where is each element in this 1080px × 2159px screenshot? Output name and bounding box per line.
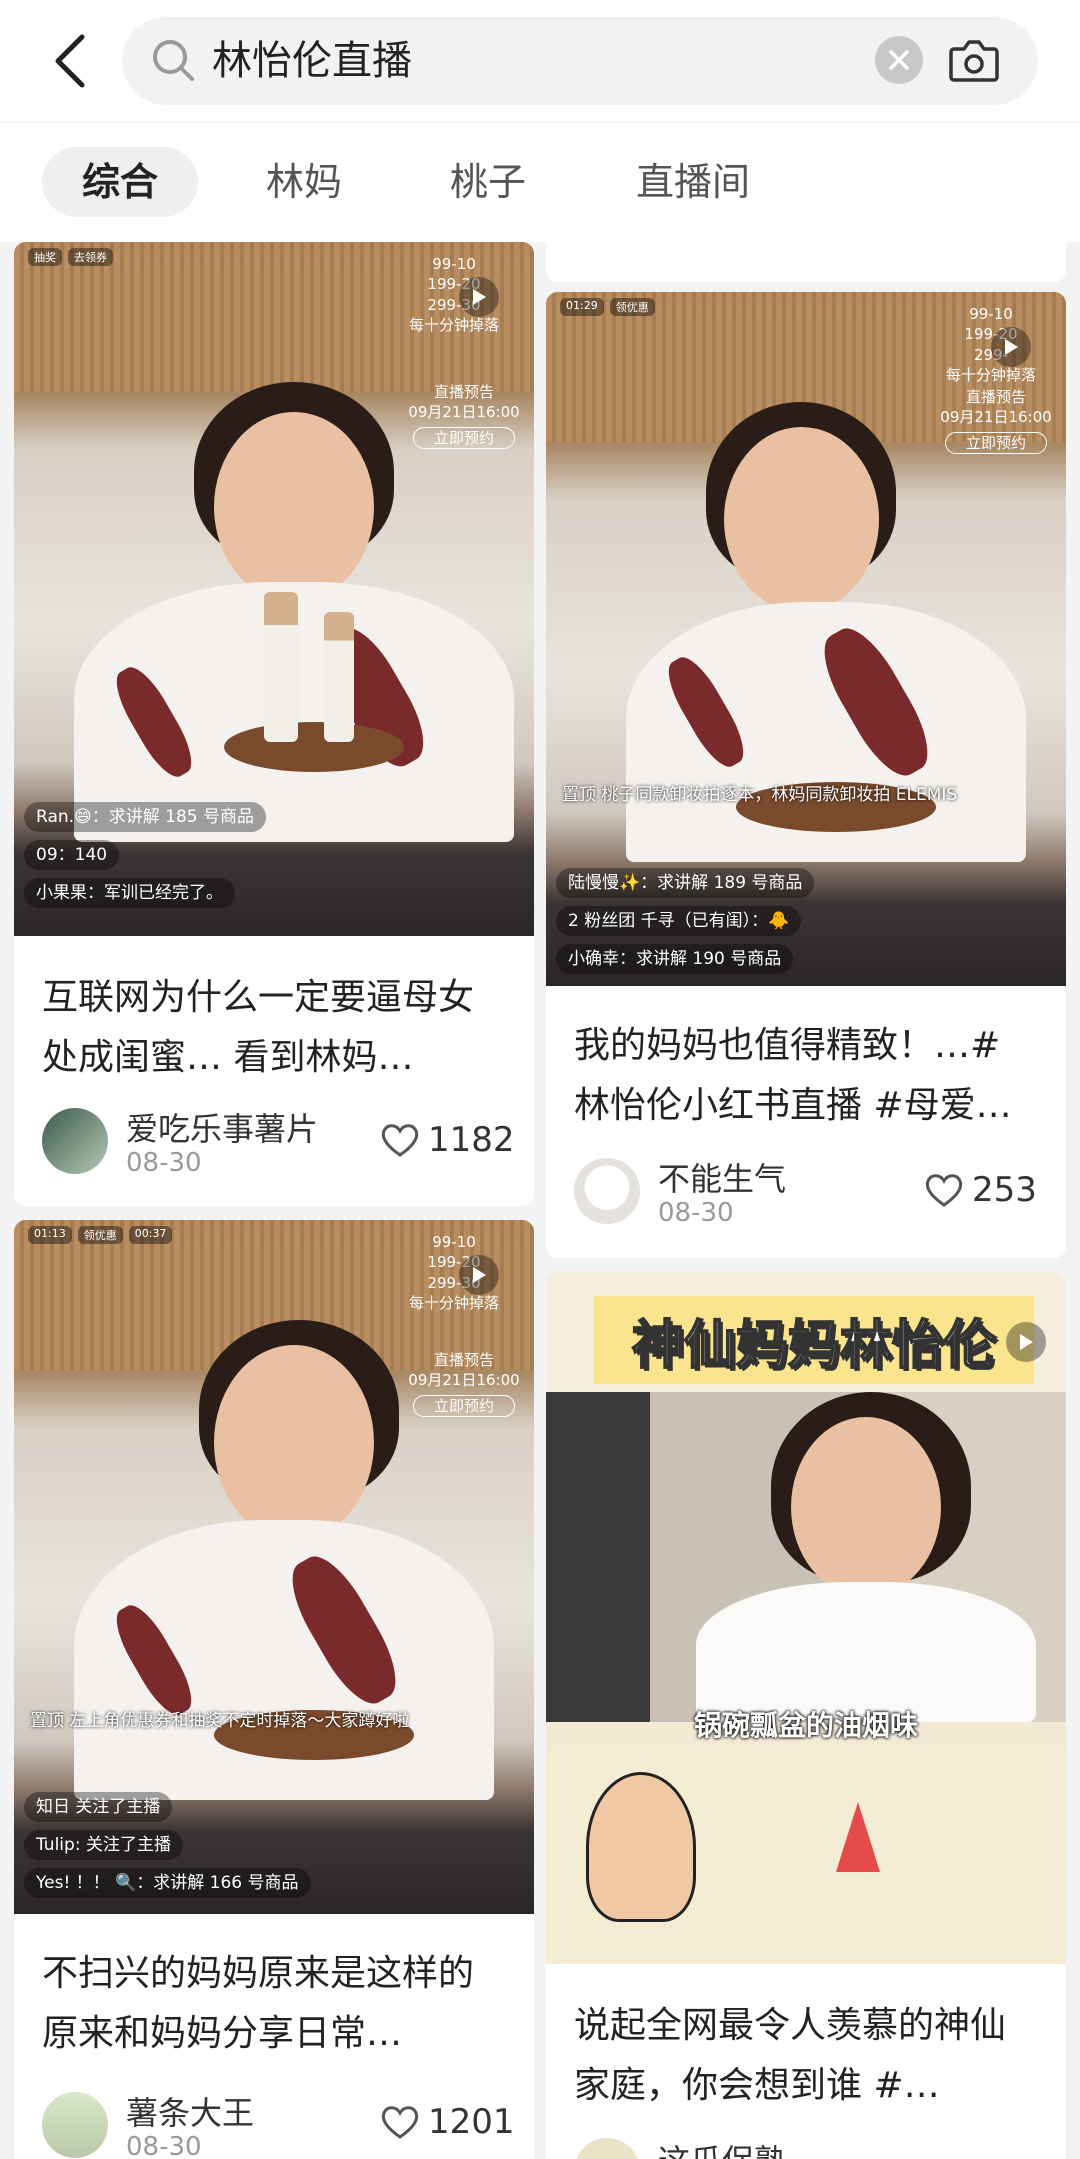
heart-icon [925, 1174, 963, 1207]
note-card[interactable]: 神仙妈妈林怡伦 锅碗瓢盆的油烟味 说起全网最令人羡慕的神仙家庭，你会想到谁 #…… [546, 1272, 1066, 2159]
post-date: 08-30 [126, 2132, 202, 2159]
note-card[interactable]: 01:13 领优惠 00:37 99-10 199-20 299-30 每十分钟掉落 直播… [14, 1220, 534, 2159]
clear-icon[interactable] [875, 36, 923, 84]
like-count: 1201 [428, 2102, 515, 2142]
author-name[interactable]: 薯条大王 [126, 2088, 254, 2134]
note-title: 说起全网最令人羡慕的神仙家庭，你会想到谁 #… [574, 2005, 1007, 2106]
tab-live-room[interactable]: 直播间 [596, 147, 790, 217]
header: 林怡伦直播 [0, 0, 1080, 122]
search-icon [150, 37, 196, 87]
note-thumbnail: 神仙妈妈林怡伦 锅碗瓢盆的油烟味 [546, 1272, 1066, 1964]
camera-icon[interactable] [948, 35, 1000, 89]
note-card[interactable]: 01:29 领优惠 99-10 199-20 299- 每十分钟掉落 直播预告 09月21… [546, 292, 1066, 1258]
banner-text: 神仙妈妈林怡伦 [594, 1296, 1034, 1384]
heart-icon [381, 2106, 419, 2139]
note-title: 我的妈妈也值得精致！…# 林怡伦小红书直播 #母爱… [574, 1025, 1012, 1126]
like-button[interactable]: 1182 [380, 1120, 515, 1160]
post-date: 08-30 [658, 1198, 734, 1228]
post-date: 08-30 [126, 1148, 202, 1178]
partial-card[interactable] [546, 242, 1066, 282]
avatar[interactable] [42, 2092, 108, 2158]
note-thumbnail: 01:13 领优惠 00:37 99-10 199-20 299-30 每十分钟掉落 直播… [14, 1220, 534, 1914]
avatar[interactable] [574, 2138, 640, 2159]
note-thumbnail: 01:29 领优惠 99-10 199-20 299- 每十分钟掉落 直播预告 09月21… [546, 292, 1066, 986]
note-card[interactable]: 抽奖 去领券 99-10 199-20 299-30 每十分钟掉落 直播预告 09月21日… [14, 242, 534, 1206]
back-arrow-icon [55, 34, 85, 88]
like-count: 1182 [428, 1120, 515, 1160]
note-thumbnail: 抽奖 去领券 99-10 199-20 299-30 每十分钟掉落 直播预告 09月21日… [14, 242, 534, 936]
play-icon [459, 277, 499, 317]
like-count: 253 [972, 1170, 1037, 1210]
avatar[interactable] [574, 1158, 640, 1224]
like-button[interactable]: 1201 [380, 2102, 515, 2142]
video-subtitle: 锅碗瓢盆的油烟味 [693, 1709, 918, 1742]
back-button[interactable] [40, 28, 100, 94]
play-icon [459, 1255, 499, 1295]
search-query: 林怡伦直播 [212, 38, 412, 84]
author-name[interactable]: 爱吃乐事薯片 [126, 1104, 318, 1150]
heart-icon [381, 1124, 419, 1157]
tab-comprehensive[interactable]: 综合 [42, 147, 199, 217]
avatar[interactable] [42, 1108, 108, 1174]
play-icon [1006, 1322, 1046, 1362]
tab-lin-ma[interactable]: 林妈 [226, 147, 382, 217]
like-button[interactable]: 253 [924, 1170, 1037, 1210]
play-icon [991, 327, 1031, 367]
note-title: 互联网为什么一定要逼母女处成闺蜜… 看到林妈… [42, 977, 475, 1078]
filter-tabs: 综合 林妈 桃子 直播间 [0, 122, 1080, 242]
author-name[interactable]: 不能生气 [658, 1154, 786, 1200]
search-input[interactable]: 林怡伦直播 [122, 17, 1038, 105]
note-title: 不扫兴的妈妈原来是这样的 原来和妈妈分享日常… [42, 1953, 475, 2054]
author-name[interactable]: 这瓜保熟 [658, 2136, 786, 2159]
tab-taozi[interactable]: 桃子 [410, 147, 566, 217]
